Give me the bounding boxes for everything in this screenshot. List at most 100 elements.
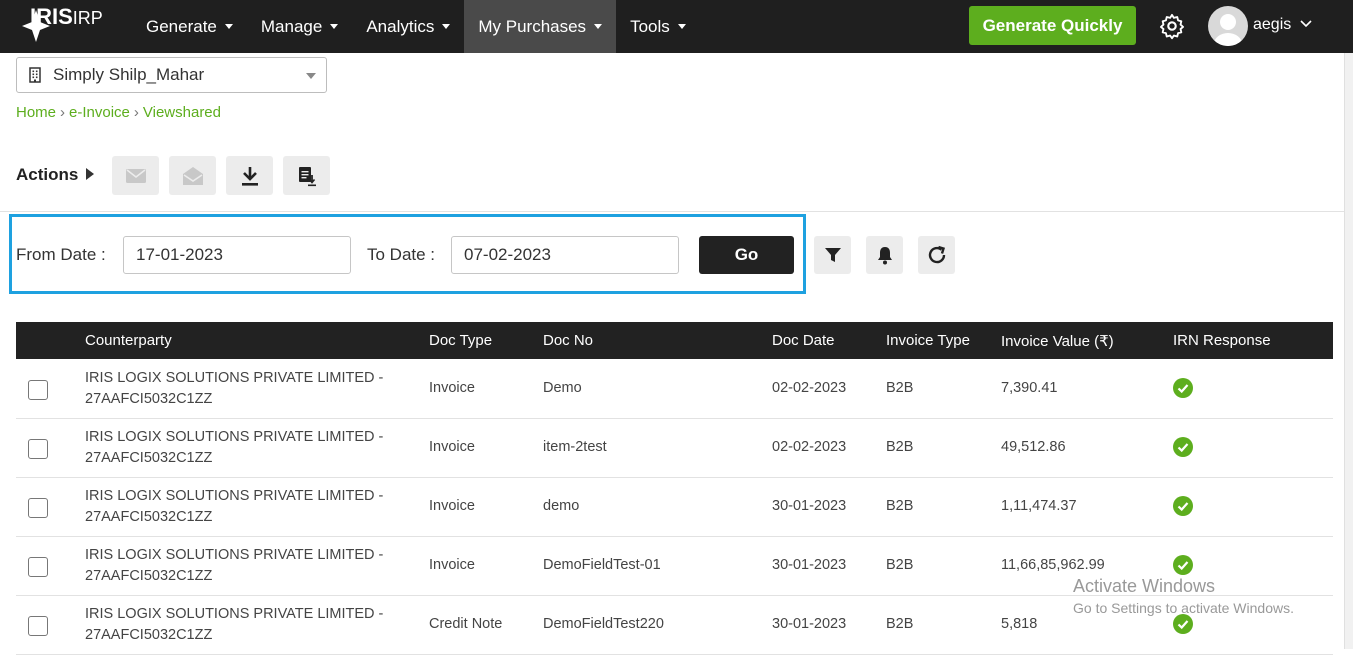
nav-generate[interactable]: Generate bbox=[132, 0, 247, 53]
go-button[interactable]: Go bbox=[699, 236, 794, 274]
cell-counterparty: IRIS LOGIX SOLUTIONS PRIVATE LIMITED - 27… bbox=[85, 486, 383, 528]
caret-down-icon bbox=[677, 24, 686, 29]
caret-right-icon[interactable] bbox=[86, 168, 94, 180]
caret-down-icon bbox=[594, 24, 603, 29]
cell-invoice-value: 5,818 bbox=[1001, 616, 1038, 632]
cell-doc-type: Credit Note bbox=[429, 616, 503, 632]
cell-doc-no: Demo bbox=[543, 380, 582, 396]
building-icon bbox=[29, 67, 41, 83]
cell-doc-date: 30-01-2023 bbox=[772, 498, 847, 514]
activate-windows-subtitle: Go to Settings to activate Windows. bbox=[1073, 600, 1294, 616]
table-row[interactable]: IRIS LOGIX SOLUTIONS PRIVATE LIMITED - 27… bbox=[16, 419, 1333, 478]
to-date-input[interactable]: 07-02-2023 bbox=[451, 236, 679, 274]
from-date-value: 17-01-2023 bbox=[136, 245, 223, 264]
filter-button[interactable] bbox=[814, 236, 851, 274]
column-doc-no[interactable]: Doc No bbox=[543, 332, 593, 349]
cell-doc-date: 30-01-2023 bbox=[772, 616, 847, 632]
check-circle-icon[interactable] bbox=[1173, 496, 1193, 516]
to-date-label: To Date : bbox=[367, 245, 436, 264]
cell-invoice-type: B2B bbox=[886, 380, 914, 396]
from-date-input[interactable]: 17-01-2023 bbox=[123, 236, 351, 274]
nav-tools[interactable]: Tools bbox=[616, 0, 700, 53]
breadcrumb-viewshared[interactable]: Viewshared bbox=[143, 104, 221, 121]
organization-select[interactable]: Simply Shilp_Mahar bbox=[16, 57, 327, 93]
table-header: Counterparty Doc Type Doc No Doc Date In… bbox=[16, 322, 1333, 359]
column-doc-date[interactable]: Doc Date bbox=[772, 332, 835, 349]
cell-doc-date: 02-02-2023 bbox=[772, 380, 847, 396]
gear-icon[interactable] bbox=[1158, 12, 1186, 40]
cell-counterparty: IRIS LOGIX SOLUTIONS PRIVATE LIMITED - 27… bbox=[85, 368, 383, 410]
cell-counterparty: IRIS LOGIX SOLUTIONS PRIVATE LIMITED - 27… bbox=[85, 604, 383, 646]
refresh-button[interactable] bbox=[918, 236, 955, 274]
user-icon bbox=[1214, 14, 1242, 46]
cell-doc-no: DemoFieldTest220 bbox=[543, 616, 664, 632]
refresh-icon bbox=[928, 245, 945, 264]
counterparty-gstin: 27AAFCI5032C1ZZ bbox=[85, 509, 213, 525]
cell-doc-no: item-2test bbox=[543, 439, 607, 455]
breadcrumb-separator: › bbox=[133, 104, 139, 121]
check-circle-icon[interactable] bbox=[1173, 378, 1193, 398]
row-checkbox[interactable] bbox=[28, 557, 48, 577]
bell-icon bbox=[877, 247, 892, 265]
column-irn-response[interactable]: IRN Response bbox=[1173, 332, 1271, 349]
breadcrumb-einvoice[interactable]: e-Invoice bbox=[69, 104, 130, 121]
counterparty-gstin: 27AAFCI5032C1ZZ bbox=[85, 627, 213, 643]
breadcrumb: Home › e-Invoice › Viewshared bbox=[16, 104, 221, 121]
cell-invoice-type: B2B bbox=[886, 616, 914, 632]
row-checkbox[interactable] bbox=[28, 498, 48, 518]
cell-doc-type: Invoice bbox=[429, 557, 475, 573]
page-scrollbar[interactable] bbox=[1344, 53, 1353, 649]
table-row[interactable]: IRIS LOGIX SOLUTIONS PRIVATE LIMITED - 27… bbox=[16, 360, 1333, 419]
cell-invoice-type: B2B bbox=[886, 557, 914, 573]
main-nav: Generate Manage Analytics My Purchases T… bbox=[132, 0, 700, 53]
counterparty-name: IRIS LOGIX SOLUTIONS PRIVATE LIMITED - bbox=[85, 370, 384, 386]
generate-quickly-button[interactable]: Generate Quickly bbox=[969, 6, 1136, 45]
user-name[interactable]: aegis bbox=[1253, 16, 1291, 34]
export-report-button[interactable] bbox=[283, 156, 330, 195]
cell-counterparty: IRIS LOGIX SOLUTIONS PRIVATE LIMITED - 27… bbox=[85, 427, 383, 469]
counterparty-name: IRIS LOGIX SOLUTIONS PRIVATE LIMITED - bbox=[85, 606, 384, 622]
cell-invoice-value: 7,390.41 bbox=[1001, 380, 1058, 396]
check-circle-icon[interactable] bbox=[1173, 555, 1193, 575]
cell-invoice-value: 49,512.86 bbox=[1001, 439, 1066, 455]
nav-my-purchases[interactable]: My Purchases bbox=[464, 0, 617, 53]
row-checkbox[interactable] bbox=[28, 380, 48, 400]
top-navbar: IRISIRP Generate Manage Analytics My Pur… bbox=[0, 0, 1353, 53]
to-date-value: 07-02-2023 bbox=[464, 245, 551, 264]
download-icon bbox=[241, 166, 258, 186]
counterparty-name: IRIS LOGIX SOLUTIONS PRIVATE LIMITED - bbox=[85, 547, 384, 563]
column-invoice-value[interactable]: Invoice Value (₹) bbox=[1001, 332, 1114, 350]
logo-text[interactable]: IRISIRP bbox=[30, 4, 103, 30]
avatar[interactable] bbox=[1208, 6, 1248, 46]
check-circle-icon[interactable] bbox=[1173, 614, 1193, 634]
table-row[interactable]: IRIS LOGIX SOLUTIONS PRIVATE LIMITED - 27… bbox=[16, 478, 1333, 537]
open-mail-icon bbox=[182, 166, 203, 185]
notification-button[interactable] bbox=[866, 236, 903, 274]
cell-doc-type: Invoice bbox=[429, 439, 475, 455]
chevron-down-icon[interactable] bbox=[1299, 17, 1313, 31]
cell-counterparty: IRIS LOGIX SOLUTIONS PRIVATE LIMITED - 27… bbox=[85, 545, 383, 587]
caret-down-icon bbox=[330, 24, 339, 29]
check-circle-icon[interactable] bbox=[1173, 437, 1193, 457]
row-checkbox[interactable] bbox=[28, 439, 48, 459]
nav-manage[interactable]: Manage bbox=[247, 0, 352, 53]
cell-invoice-type: B2B bbox=[886, 439, 914, 455]
row-checkbox[interactable] bbox=[28, 616, 48, 636]
cell-doc-type: Invoice bbox=[429, 498, 475, 514]
actions-label[interactable]: Actions bbox=[16, 165, 78, 185]
column-doc-type[interactable]: Doc Type bbox=[429, 332, 492, 349]
column-invoice-type[interactable]: Invoice Type bbox=[886, 332, 970, 349]
column-counterparty[interactable]: Counterparty bbox=[85, 332, 172, 349]
cell-doc-date: 02-02-2023 bbox=[772, 439, 847, 455]
cell-doc-no: demo bbox=[543, 498, 580, 514]
nav-analytics[interactable]: Analytics bbox=[352, 0, 464, 53]
cell-invoice-value: 1,11,474.37 bbox=[1001, 498, 1077, 514]
breadcrumb-home[interactable]: Home bbox=[16, 104, 56, 121]
open-mail-button[interactable] bbox=[169, 156, 216, 195]
caret-down-icon bbox=[306, 73, 316, 79]
activate-windows-title: Activate Windows bbox=[1073, 576, 1216, 596]
email-button[interactable] bbox=[112, 156, 159, 195]
download-button[interactable] bbox=[226, 156, 273, 195]
filter-icon bbox=[824, 248, 841, 262]
counterparty-name: IRIS LOGIX SOLUTIONS PRIVATE LIMITED - bbox=[85, 429, 384, 445]
